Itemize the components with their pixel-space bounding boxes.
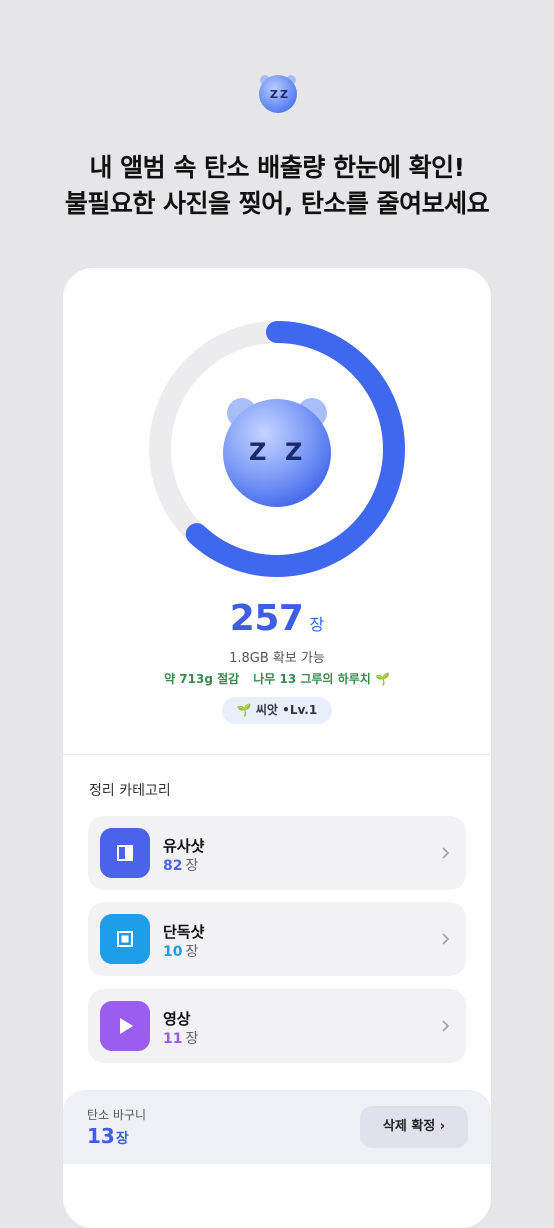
mascot-sleeping-icon: Z Z <box>223 398 331 507</box>
chevron-right-icon <box>442 1020 450 1032</box>
svg-text:Z: Z <box>280 88 288 101</box>
carbon-impact: 약 713g 절감 나무 13 그루의 하루치 🌱 <box>63 670 491 687</box>
svg-text:Z: Z <box>270 88 278 101</box>
category-videos[interactable]: 영상 11 장 <box>88 989 466 1063</box>
headline-line-2: 불필요한 사진을 찢어, 탄소를 줄여보세요 <box>64 189 490 218</box>
headline: 내 앨범 속 탄소 배출량 한눈에 확인! 불필요한 사진을 찢어, 탄소를 줄… <box>0 150 554 222</box>
category-name: 유사샷 <box>163 837 205 855</box>
chevron-right-icon <box>442 847 450 859</box>
category-count: 11 장 <box>163 1031 199 1047</box>
progress-ring: Z Z <box>149 321 405 577</box>
split-square-icon <box>100 828 150 878</box>
category-count: 82 장 <box>163 858 199 874</box>
tree-equivalent: 나무 13 그루의 하루치 🌱 <box>253 672 390 686</box>
basket-label: 탄소 바구니 <box>87 1108 147 1122</box>
section-title: 정리 카테고리 <box>89 783 171 799</box>
play-icon <box>100 1001 150 1051</box>
single-square-icon <box>100 914 150 964</box>
category-count: 10 장 <box>163 944 199 960</box>
svg-text:Z: Z <box>249 438 266 466</box>
photo-count-unit: 장 <box>309 615 325 634</box>
confirm-delete-button[interactable]: 삭제 확정 › <box>360 1106 468 1148</box>
category-similar-shots[interactable]: 유사샷 82 장 <box>88 816 466 890</box>
summary-card: Z Z 257 장 1.8GB 확보 가능 약 713g 절감 나무 13 그루의 … <box>63 268 491 1228</box>
mascot-icon: Z Z <box>259 75 297 113</box>
category-name: 영상 <box>163 1010 191 1028</box>
level-badge[interactable]: 🌱 씨앗 •Lv.1 <box>222 697 332 724</box>
photo-count-value: 257 <box>229 598 304 639</box>
svg-text:Z: Z <box>285 438 302 466</box>
carbon-savings: 약 713g 절감 <box>164 672 240 686</box>
bottom-strip <box>63 1164 491 1200</box>
category-single-shots[interactable]: 단독샷 10 장 <box>88 902 466 976</box>
basket-count: 13장 <box>87 1124 129 1148</box>
photo-count: 257 장 <box>63 598 491 639</box>
storage-savings: 1.8GB 확보 가능 <box>229 651 325 666</box>
category-name: 단독샷 <box>163 923 205 941</box>
headline-line-1: 내 앨범 속 탄소 배출량 한눈에 확인! <box>89 153 465 182</box>
chevron-right-icon <box>442 933 450 945</box>
divider <box>63 754 491 755</box>
